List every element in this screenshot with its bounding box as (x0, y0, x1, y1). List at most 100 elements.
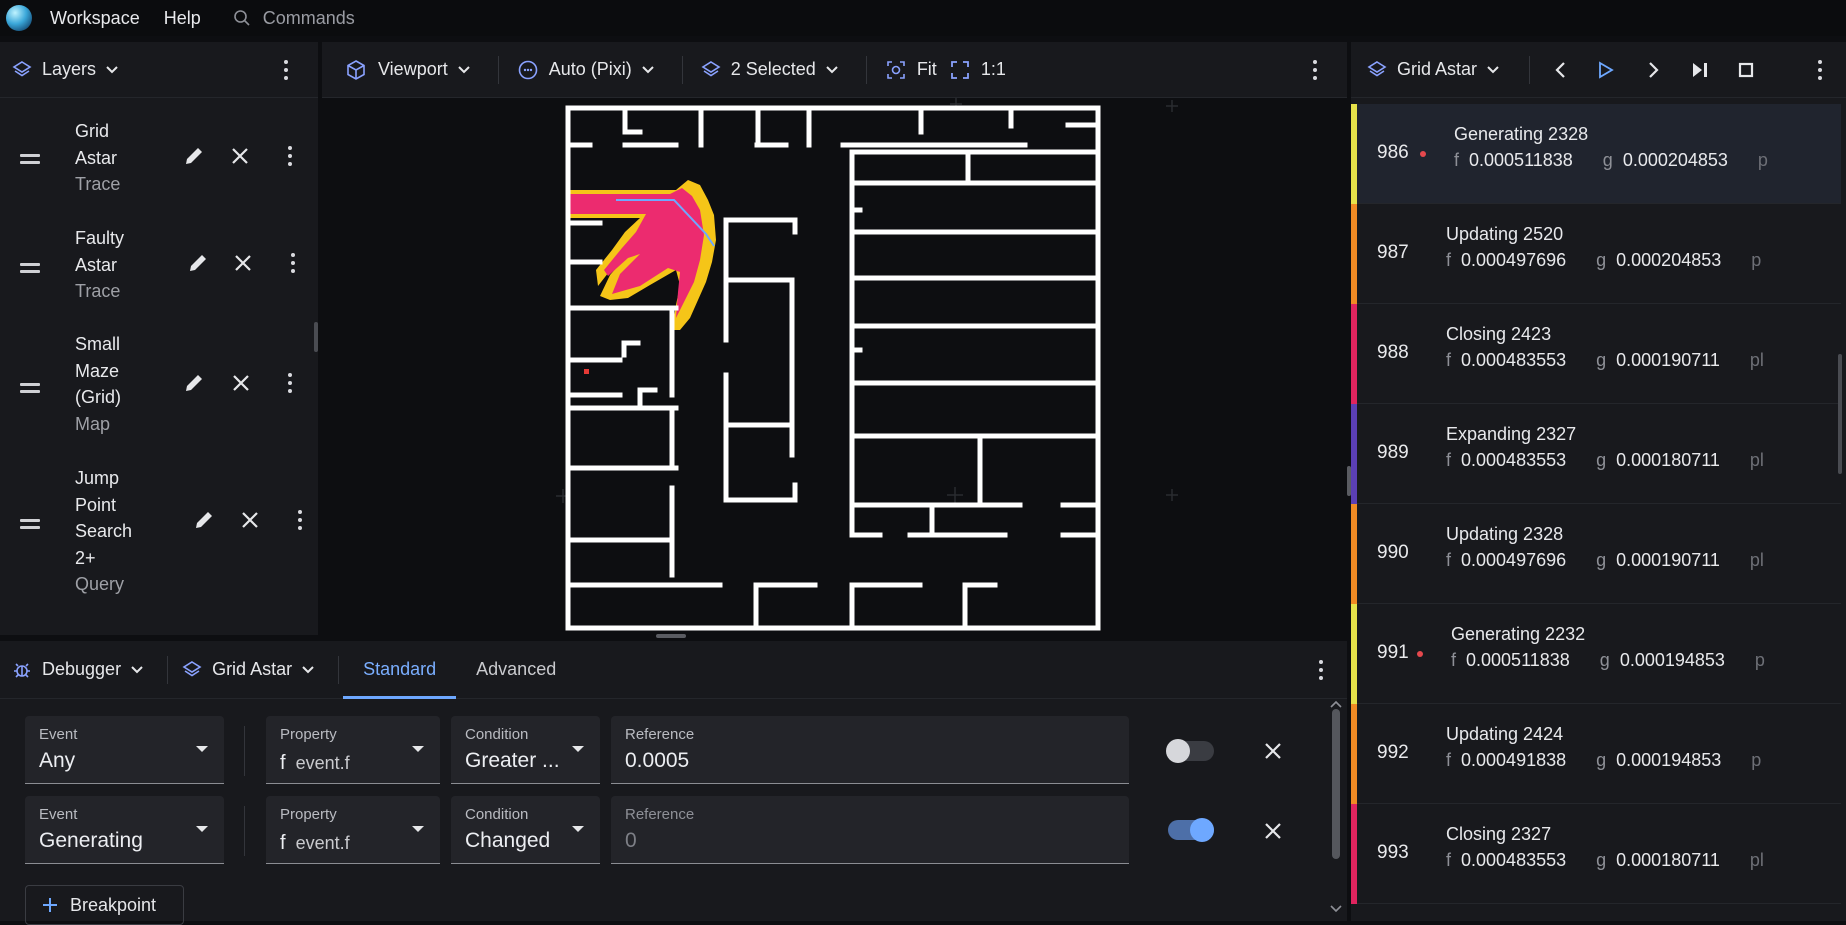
separator (681, 55, 683, 84)
breakpoint-toggle[interactable] (1168, 818, 1214, 842)
edit-icon[interactable] (182, 247, 214, 279)
edit-icon[interactable] (178, 367, 210, 399)
layer-name: Faulty (75, 228, 125, 248)
menu-workspace[interactable]: Workspace (50, 8, 140, 29)
edit-icon[interactable] (178, 140, 210, 172)
reference-input[interactable]: Reference 0.0005 (611, 716, 1129, 784)
layer-item[interactable]: Small Maze (Grid) Map (0, 333, 314, 443)
scroll-down-icon (1330, 905, 1342, 913)
layer-type: Trace (75, 174, 121, 194)
event-select[interactable]: Event Any (25, 716, 224, 784)
debugger-more-icon[interactable] (1309, 650, 1333, 690)
step-back-icon[interactable] (1540, 61, 1580, 79)
viewport-more-icon[interactable] (1303, 50, 1327, 90)
tab-advanced-label: Advanced (476, 659, 557, 679)
layer-item[interactable]: Faulty Astar Trace (0, 227, 314, 307)
splitter-handle[interactable] (656, 634, 686, 638)
close-icon[interactable] (227, 247, 259, 279)
breakpoint-toggle[interactable] (1166, 739, 1214, 763)
event-title: Closing 2327 (1446, 824, 1552, 844)
layer-more-icon[interactable] (281, 243, 305, 283)
layer-item[interactable]: Grid Astar Trace (0, 120, 314, 200)
condition-select[interactable]: Condition Changed (451, 796, 600, 864)
separator (167, 655, 169, 684)
add-breakpoint-label: Breakpoint (70, 894, 157, 915)
truncated-value: p (1751, 250, 1762, 270)
condition-value: Changed (465, 829, 551, 852)
remove-breakpoint-icon[interactable] (1257, 815, 1289, 847)
cube-icon (347, 59, 365, 80)
trace-row[interactable]: 989 Expanding 2327 f 0.000483553 g 0.000180… (1351, 404, 1841, 504)
drag-handle-icon[interactable] (20, 263, 40, 277)
drag-handle-icon[interactable] (20, 383, 40, 397)
drag-handle-icon[interactable] (20, 519, 40, 533)
g-value: 0.000190711 (1616, 550, 1720, 570)
close-icon[interactable] (225, 367, 257, 399)
tab-standard-label: Standard (363, 659, 437, 679)
stop-icon[interactable] (1724, 62, 1768, 78)
edit-icon[interactable] (188, 504, 220, 536)
trace-row[interactable]: 990 Updating 2328 f 0.000497696 g 0.0001907… (1351, 504, 1841, 604)
close-icon[interactable] (224, 140, 256, 172)
event-select[interactable]: Event Generating (25, 796, 224, 864)
event-title: Updating 2328 (1446, 524, 1564, 544)
event-color-bar (1351, 504, 1357, 604)
trace-scrollbar[interactable] (1838, 354, 1842, 474)
fit-button[interactable]: Fit (875, 50, 947, 90)
renderer-dropdown[interactable]: Auto (Pixi) (507, 50, 674, 90)
trace-row[interactable]: 993 Closing 2327 f 0.000483553 g 0.00018071… (1351, 804, 1841, 904)
tab-standard[interactable]: Standard (343, 641, 457, 699)
tab-advanced[interactable]: Advanced (456, 642, 576, 698)
property-select[interactable]: Property f event.f (266, 716, 440, 784)
add-breakpoint-button[interactable]: Breakpoint (25, 885, 184, 925)
trace-row[interactable]: 991 Generating 2232 f 0.000511838 g 0.00019… (1351, 604, 1841, 704)
debugger-header: Debugger Grid Astar Standard Advanced (0, 641, 1347, 699)
drag-handle-icon[interactable] (20, 154, 40, 168)
layers-more-icon[interactable] (274, 50, 298, 90)
truncated-value: pl (1749, 550, 1764, 570)
debugger-trace-dropdown[interactable]: Grid Astar (172, 650, 334, 690)
reference-label: Reference (625, 726, 695, 743)
remove-breakpoint-icon[interactable] (1257, 735, 1289, 767)
close-icon[interactable] (234, 504, 266, 536)
function-icon: f (280, 752, 286, 774)
scrollbar-thumb[interactable] (1332, 709, 1340, 859)
layer-item[interactable]: Jump Point Search 2+ Query (0, 467, 314, 607)
layers-dropdown[interactable]: Layers (2, 50, 138, 90)
trace-row[interactable]: 988 Closing 2423 f 0.000483553 g 0.00019071… (1351, 304, 1841, 404)
app-logo (6, 5, 32, 31)
skip-end-icon[interactable] (1676, 61, 1724, 79)
top-bar: Workspace Help Commands (0, 0, 1846, 36)
layer-more-icon[interactable] (278, 363, 302, 403)
reference-input[interactable]: Reference 0 (611, 796, 1129, 864)
trace-more-icon[interactable] (1808, 50, 1832, 90)
command-search[interactable]: Commands (233, 8, 355, 29)
toggle-knob (1190, 818, 1214, 842)
viewport-dropdown[interactable]: Viewport (334, 50, 490, 90)
play-icon[interactable] (1580, 60, 1632, 79)
debugger-scrollbar[interactable] (1328, 699, 1344, 921)
menu-help[interactable]: Help (164, 8, 201, 29)
g-value: 0.000194853 (1619, 650, 1725, 670)
chevron-down-icon (1487, 65, 1499, 73)
property-select[interactable]: Property f event.f (266, 796, 440, 864)
layers-icon (12, 60, 32, 76)
step-forward-icon[interactable] (1632, 61, 1676, 79)
layer-more-icon[interactable] (278, 136, 302, 176)
layer-name: Point (75, 494, 117, 515)
event-values: f 0.000491838 g 0.000194853 p (1446, 750, 1762, 770)
selection-dropdown[interactable]: 2 Selected (691, 50, 858, 90)
selection-label: 2 Selected (730, 59, 816, 79)
trace-dropdown[interactable]: Grid Astar (1357, 50, 1519, 90)
trace-row[interactable]: 992 Updating 2424 f 0.000491838 g 0.0001948… (1351, 704, 1841, 804)
layer-name: (Grid) (75, 387, 121, 407)
layers-scrollbar[interactable] (314, 322, 318, 352)
trace-row[interactable]: 987 Updating 2520 f 0.000497696 g 0.0002048… (1351, 204, 1841, 304)
layer-more-icon[interactable] (288, 500, 312, 540)
maze-canvas[interactable] (322, 98, 1347, 635)
debugger-dropdown[interactable]: Debugger (2, 650, 163, 690)
trace-row[interactable]: 986 Generating 2328 f 0.000511838 g 0.00020… (1351, 104, 1841, 204)
zoom-reset-button[interactable]: 1:1 (947, 50, 1016, 90)
property-value: event.f (295, 753, 350, 773)
condition-select[interactable]: Condition Greater ... (451, 716, 600, 784)
